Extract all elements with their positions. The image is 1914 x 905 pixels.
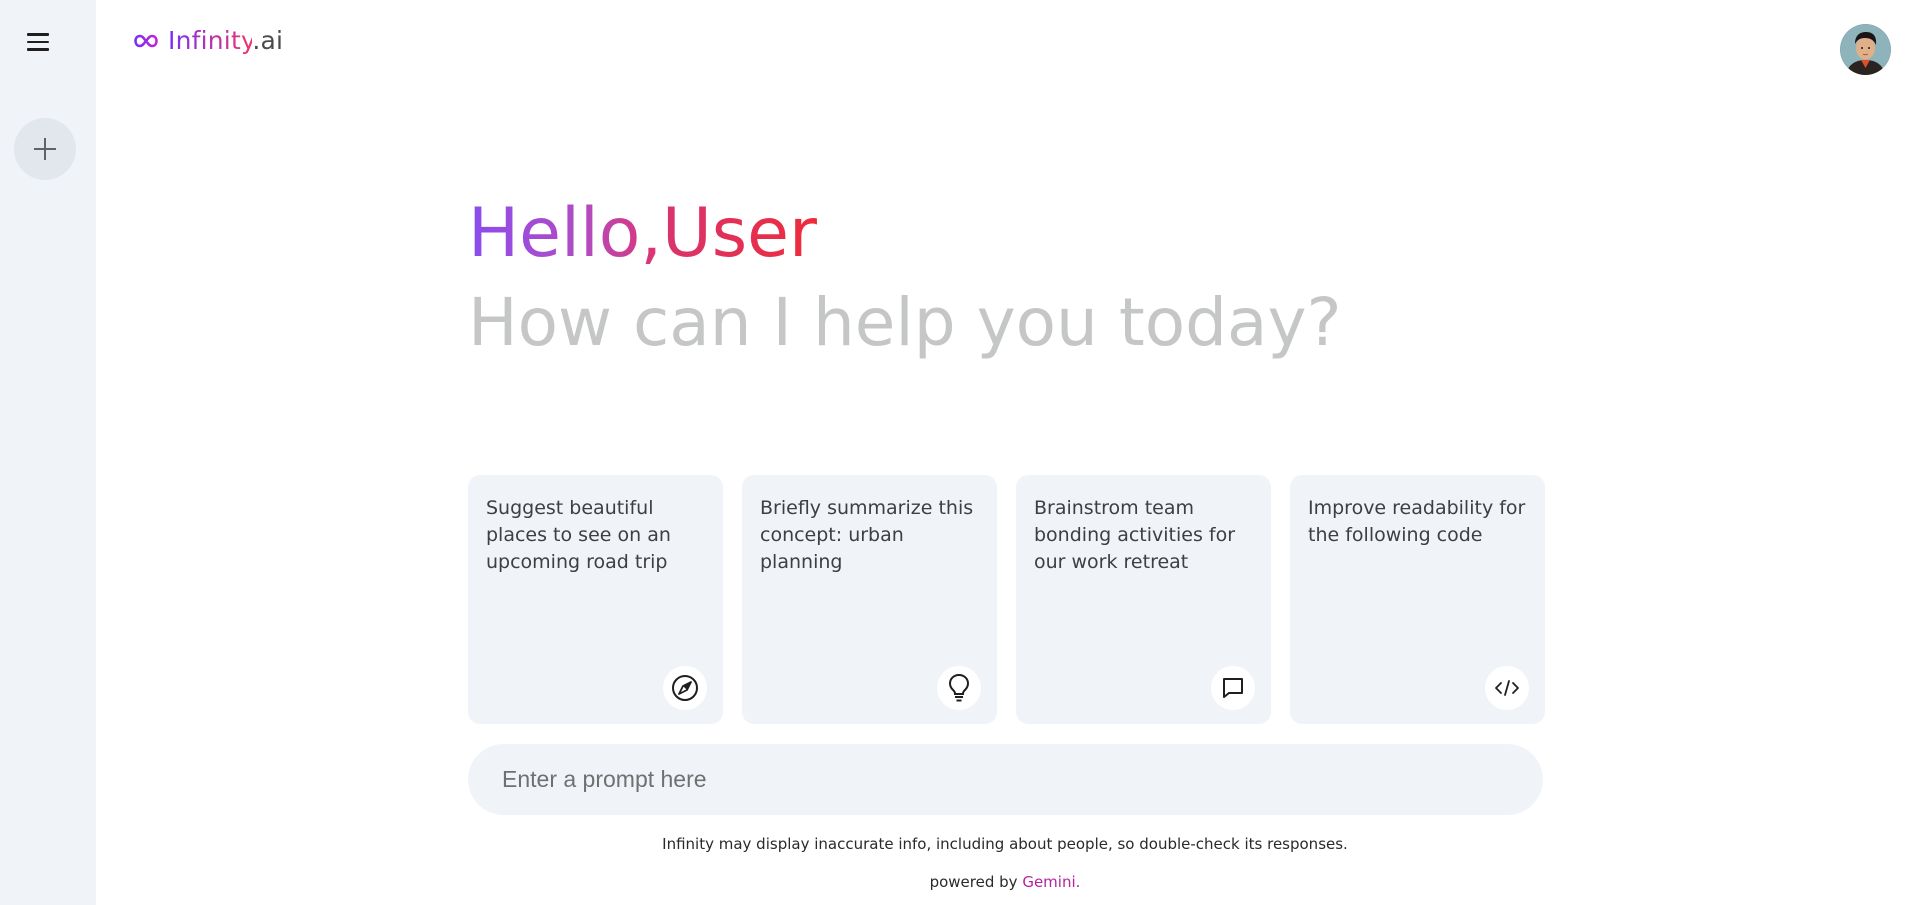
greeting-user: User [661,194,817,273]
suggestion-cards: Suggest beautiful places to see on an up… [468,475,1545,724]
user-avatar[interactable] [1840,24,1891,75]
app-name-main: Infinity [168,26,253,55]
code-icon [1485,666,1529,710]
greeting-heading: Hello,User [468,194,817,274]
hamburger-menu-icon[interactable] [22,28,54,56]
app-logo[interactable]: Infinity.ai [134,26,283,55]
app-name-suffix: .ai [252,26,284,55]
suggestion-card-team-bonding[interactable]: Brainstrom team bonding activities for o… [1016,475,1271,724]
suggestion-card-road-trip[interactable]: Suggest beautiful places to see on an up… [468,475,723,724]
disclaimer-text: Infinity may display inaccurate info, in… [662,835,1348,853]
sidebar [0,0,96,905]
powered-by: powered by Gemini. [0,873,1914,891]
suggestion-card-text: Briefly summarize this concept: urban pl… [760,497,974,573]
infinity-logo-icon [134,34,158,47]
greeting-subtitle: How can I help you today? [468,284,1342,361]
suggestion-card-text: Improve readability for the following co… [1308,497,1526,546]
prompt-input[interactable] [468,744,1543,815]
greeting-hello: Hello, [468,194,662,273]
powered-by-label: powered by [929,873,1018,891]
suggestion-card-code-readability[interactable]: Improve readability for the following co… [1290,475,1545,724]
provider-link[interactable]: Gemini. [1022,873,1080,891]
plus-icon [34,138,56,160]
suggestion-card-text: Suggest beautiful places to see on an up… [486,497,671,573]
new-chat-button[interactable] [14,118,76,180]
compass-icon [663,666,707,710]
suggestion-card-text: Brainstrom team bonding activities for o… [1034,497,1236,573]
message-icon [1211,666,1255,710]
app-name: Infinity.ai [168,26,283,55]
avatar-image [1840,24,1891,75]
suggestion-card-urban-planning[interactable]: Briefly summarize this concept: urban pl… [742,475,997,724]
lightbulb-icon [937,666,981,710]
